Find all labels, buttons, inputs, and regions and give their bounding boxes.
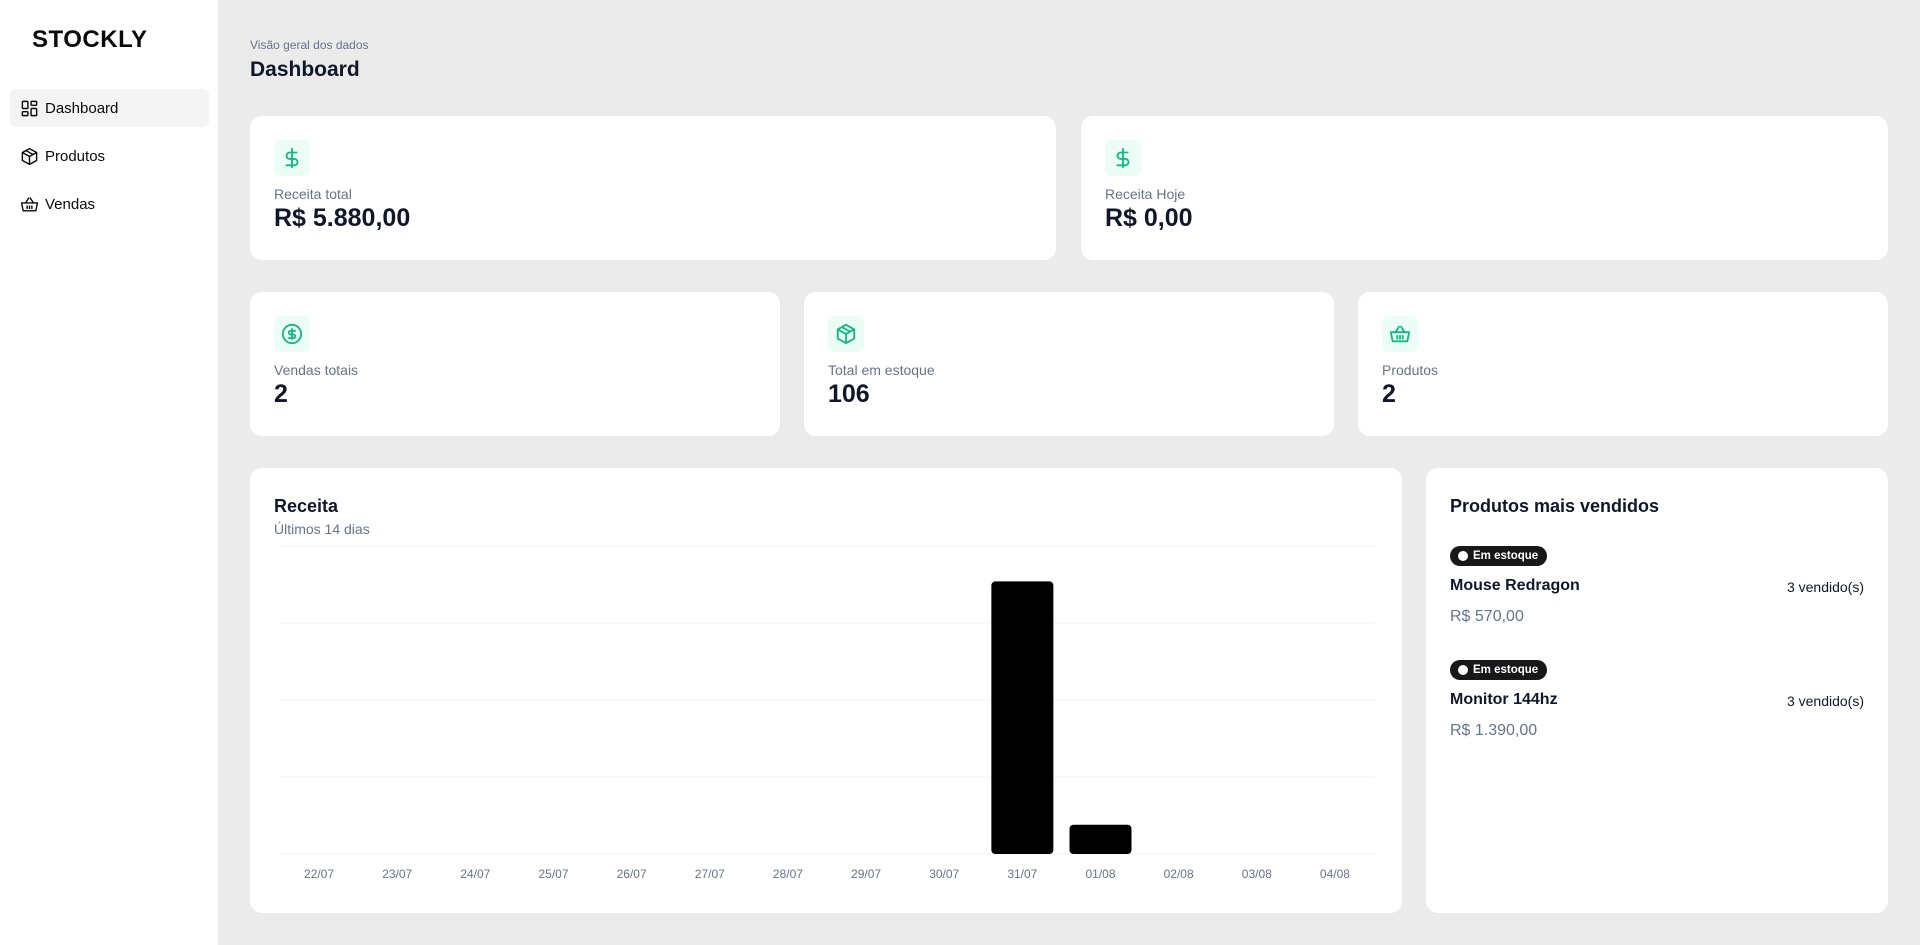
chart-x-tick-label: 24/07: [460, 867, 490, 881]
chart-x-tick-label: 03/08: [1242, 867, 1272, 881]
sidebar-item-vendas[interactable]: Vendas: [10, 185, 209, 223]
sidebar: STOCKLY Dashboard Produtos Vendas: [0, 0, 218, 945]
list-item[interactable]: Em estoque Monitor 144hz 3 vendido(s) R$…: [1450, 660, 1864, 760]
status-badge-label: Em estoque: [1473, 664, 1539, 676]
stat-card-revenue-total: Receita total R$ 5.880,00: [250, 116, 1056, 260]
sidebar-item-label: Vendas: [45, 195, 96, 213]
chart-x-tick-label: 02/08: [1164, 867, 1194, 881]
shopping-basket-icon: [20, 195, 39, 214]
revenue-bar-chart: 22/07 23/07 24/07 25/07 26/07 27/07 28/07 29/07…: [280, 545, 1374, 881]
chart-x-tick-label: 23/07: [382, 867, 412, 881]
sidebar-item-dashboard[interactable]: Dashboard: [10, 89, 209, 127]
sidebar-item-label: Produtos: [45, 147, 106, 165]
chart-x-tick-label: 31/07: [1007, 867, 1037, 881]
dashboard-grid-icon: [20, 99, 39, 118]
product-name: Monitor 144hz: [1450, 691, 1558, 708]
main-content: Visão geral dos dados Dashboard Receita …: [218, 0, 1920, 945]
stat-label: Receita total: [274, 186, 352, 202]
package-icon: [20, 147, 39, 166]
chart-x-tick-label: 26/07: [617, 867, 647, 881]
chart-x-tick-label: 04/08: [1320, 867, 1350, 881]
product-price: R$ 570,00: [1450, 608, 1524, 625]
status-dot-icon: [1458, 665, 1468, 675]
page-subtitle: Visão geral dos dados: [250, 38, 369, 52]
stat-value: 2: [274, 380, 288, 408]
chart-x-tick-label: 25/07: [538, 867, 568, 881]
stat-value: R$ 5.880,00: [274, 204, 411, 232]
page-title: Dashboard: [250, 58, 360, 81]
product-sold-count: 3 vendido(s): [1786, 693, 1864, 709]
sidebar-item-produtos[interactable]: Produtos: [10, 137, 209, 175]
top-products-title: Produtos mais vendidos: [1450, 496, 1660, 516]
stat-label: Receita Hoje: [1105, 186, 1186, 202]
chart-x-tick-label: 29/07: [851, 867, 881, 881]
chart-x-tick-label: 28/07: [773, 867, 803, 881]
stat-card-products: Produtos 2: [1358, 292, 1888, 436]
chart-x-tick-label: 22/07: [304, 867, 334, 881]
dollar-sign-icon: [1105, 140, 1141, 176]
stat-card-sales-total: Vendas totais 2: [250, 292, 780, 436]
stat-label: Total em estoque: [828, 362, 935, 378]
stat-label: Vendas totais: [274, 362, 359, 378]
chart-x-tick-label: 01/08: [1085, 867, 1115, 881]
package-icon: [828, 316, 864, 352]
status-badge: Em estoque: [1450, 546, 1548, 566]
chart-bar-01-08[interactable]: [1069, 824, 1132, 854]
shopping-basket-icon: [1382, 316, 1418, 352]
stat-value: 2: [1382, 380, 1396, 408]
stat-value: 106: [828, 380, 870, 408]
revenue-chart-card: Receita Últimos 14 dias 22/07 23/07 24/07 2…: [250, 468, 1402, 913]
status-badge: Em estoque: [1450, 660, 1548, 680]
stat-label: Produtos: [1382, 362, 1439, 378]
stat-card-revenue-today: Receita Hoje R$ 0,00: [1081, 116, 1888, 260]
product-price: R$ 1.390,00: [1450, 722, 1538, 739]
circle-dollar-icon: [274, 316, 310, 352]
stat-value: R$ 0,00: [1105, 204, 1193, 232]
sidebar-nav: Dashboard Produtos Vendas: [10, 89, 209, 233]
product-sold-count: 3 vendido(s): [1786, 579, 1864, 595]
list-item[interactable]: Em estoque Mouse Redragon 3 vendido(s) R…: [1450, 546, 1864, 646]
product-name: Mouse Redragon: [1450, 577, 1580, 594]
status-badge-label: Em estoque: [1473, 550, 1539, 562]
status-dot-icon: [1458, 551, 1468, 561]
chart-bar-31-07[interactable]: [991, 581, 1054, 854]
dollar-sign-icon: [274, 140, 310, 176]
app-logo: STOCKLY: [32, 26, 148, 53]
top-products-card: Produtos mais vendidos Em estoque Mouse …: [1426, 468, 1888, 913]
stat-card-stock-total: Total em estoque 106: [804, 292, 1334, 436]
sidebar-item-label: Dashboard: [45, 99, 119, 117]
chart-x-tick-label: 30/07: [929, 867, 959, 881]
chart-x-tick-label: 27/07: [695, 867, 725, 881]
